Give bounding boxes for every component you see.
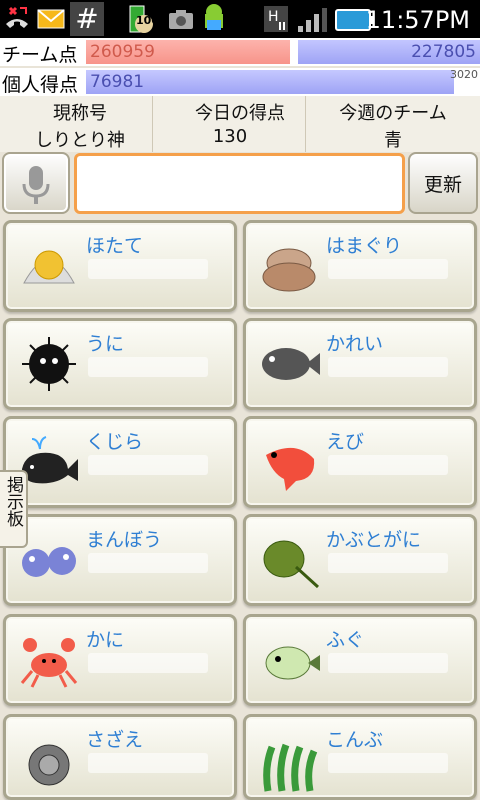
info-value-title: しりとり神 bbox=[35, 130, 125, 151]
voice-input-button[interactable] bbox=[2, 152, 70, 214]
divider bbox=[305, 96, 306, 152]
tile-placeholder bbox=[328, 553, 448, 573]
tile-placeholder bbox=[328, 753, 448, 773]
personal-score-max: 3020 bbox=[450, 68, 478, 81]
tile-label: かれい bbox=[326, 333, 384, 355]
android-icon bbox=[205, 4, 223, 30]
tile-placeholder bbox=[88, 653, 208, 673]
team-score-row: チーム点 260959 227805 bbox=[0, 38, 480, 66]
turban-shell-icon bbox=[28, 744, 70, 786]
svg-text:H: H bbox=[268, 9, 279, 25]
tile-placeholder bbox=[88, 753, 208, 773]
personal-score-value: 76981 bbox=[90, 72, 145, 92]
tile-placeholder bbox=[88, 553, 208, 573]
mail-icon bbox=[37, 9, 65, 29]
word-tile-manbou[interactable]: まんぼう bbox=[3, 514, 237, 606]
status-bar: # 100 H 11:57PM bbox=[0, 0, 480, 38]
kelp-icon bbox=[263, 743, 318, 792]
info-value-week-team: 青 bbox=[384, 130, 402, 151]
info-value-today-score: 130 bbox=[212, 126, 248, 147]
status-info-table: 現称号 今日の得点 今週のチーム しりとり神 130 青 bbox=[0, 96, 480, 152]
word-tile-ebi[interactable]: えび bbox=[243, 416, 477, 508]
word-tile-kabutogani[interactable]: かぶとがに bbox=[243, 514, 477, 606]
tile-placeholder bbox=[328, 357, 448, 377]
signal-bars-icon bbox=[298, 8, 327, 32]
tile-label: かに bbox=[86, 629, 125, 651]
word-tile-karei[interactable]: かれい bbox=[243, 318, 477, 410]
shrimp-icon bbox=[266, 447, 315, 491]
scallop-icon bbox=[23, 250, 75, 284]
team-red-bar: 260959 bbox=[86, 40, 290, 64]
word-tile-kujira[interactable]: くじら bbox=[3, 416, 237, 508]
flounder-icon bbox=[262, 348, 320, 380]
missed-call-icon bbox=[6, 6, 28, 28]
horseshoe-crab-icon bbox=[263, 540, 320, 589]
tile-placeholder bbox=[328, 653, 448, 673]
word-tile-uni[interactable]: うに bbox=[3, 318, 237, 410]
tile-label: ふぐ bbox=[326, 629, 365, 651]
personal-score-label: 個人得点 bbox=[2, 74, 79, 96]
pufferfish-icon bbox=[265, 646, 320, 680]
hashtag-icon: # bbox=[70, 2, 104, 36]
refresh-button[interactable]: 更新 bbox=[408, 152, 478, 214]
tile-placeholder bbox=[328, 259, 448, 279]
tile-label: さざえ bbox=[86, 729, 144, 751]
tile-label: まんぼう bbox=[86, 529, 163, 551]
word-tile-hotate[interactable]: ほたて bbox=[3, 220, 237, 312]
team-red-score: 260959 bbox=[90, 42, 155, 62]
tile-placeholder bbox=[88, 259, 208, 279]
badge-count: 100 bbox=[136, 14, 159, 27]
tile-placeholder bbox=[88, 357, 208, 377]
tile-label: くじら bbox=[86, 431, 144, 453]
word-tile-kani[interactable]: かに bbox=[3, 614, 237, 706]
divider bbox=[152, 96, 153, 152]
info-header-title: 現称号 bbox=[53, 103, 107, 124]
tile-label: えび bbox=[326, 431, 365, 453]
tile-label: うに bbox=[86, 333, 125, 355]
word-tile-sazae[interactable]: さざえ bbox=[3, 714, 237, 800]
microphone-icon bbox=[22, 166, 50, 204]
team-blue-bar: 227805 bbox=[298, 40, 480, 64]
word-tile-konbu[interactable]: こんぶ bbox=[243, 714, 477, 800]
tile-placeholder bbox=[88, 455, 208, 475]
tile-label: はまぐり bbox=[326, 235, 403, 257]
camera-icon bbox=[169, 10, 193, 29]
team-blue-score: 227805 bbox=[411, 42, 476, 62]
personal-score-row: 個人得点 76981 3020 bbox=[0, 68, 480, 96]
crab-icon bbox=[20, 638, 78, 688]
sea-urchin-icon bbox=[22, 337, 76, 391]
word-tile-hamaguri[interactable]: はまぐり bbox=[243, 220, 477, 312]
clock-time: 11:57PM bbox=[365, 6, 470, 34]
bulletin-board-label: 掲示板 bbox=[3, 476, 23, 527]
tile-label: こんぶ bbox=[326, 729, 384, 751]
word-tile-fugu[interactable]: ふぐ bbox=[243, 614, 477, 706]
info-header-today-score: 今日の得点 bbox=[195, 103, 285, 124]
personal-score-bar: 76981 bbox=[86, 70, 454, 94]
bulletin-board-tab[interactable]: 掲示板 bbox=[0, 470, 28, 548]
tile-label: ほたて bbox=[86, 235, 144, 257]
word-input[interactable] bbox=[74, 153, 405, 214]
clam-icon bbox=[262, 248, 316, 292]
h-signal-icon: H bbox=[264, 6, 288, 32]
tile-label: かぶとがに bbox=[326, 529, 422, 551]
tile-placeholder bbox=[328, 455, 448, 475]
team-score-label: チーム点 bbox=[2, 44, 78, 66]
info-header-week-team: 今週のチーム bbox=[339, 103, 447, 124]
